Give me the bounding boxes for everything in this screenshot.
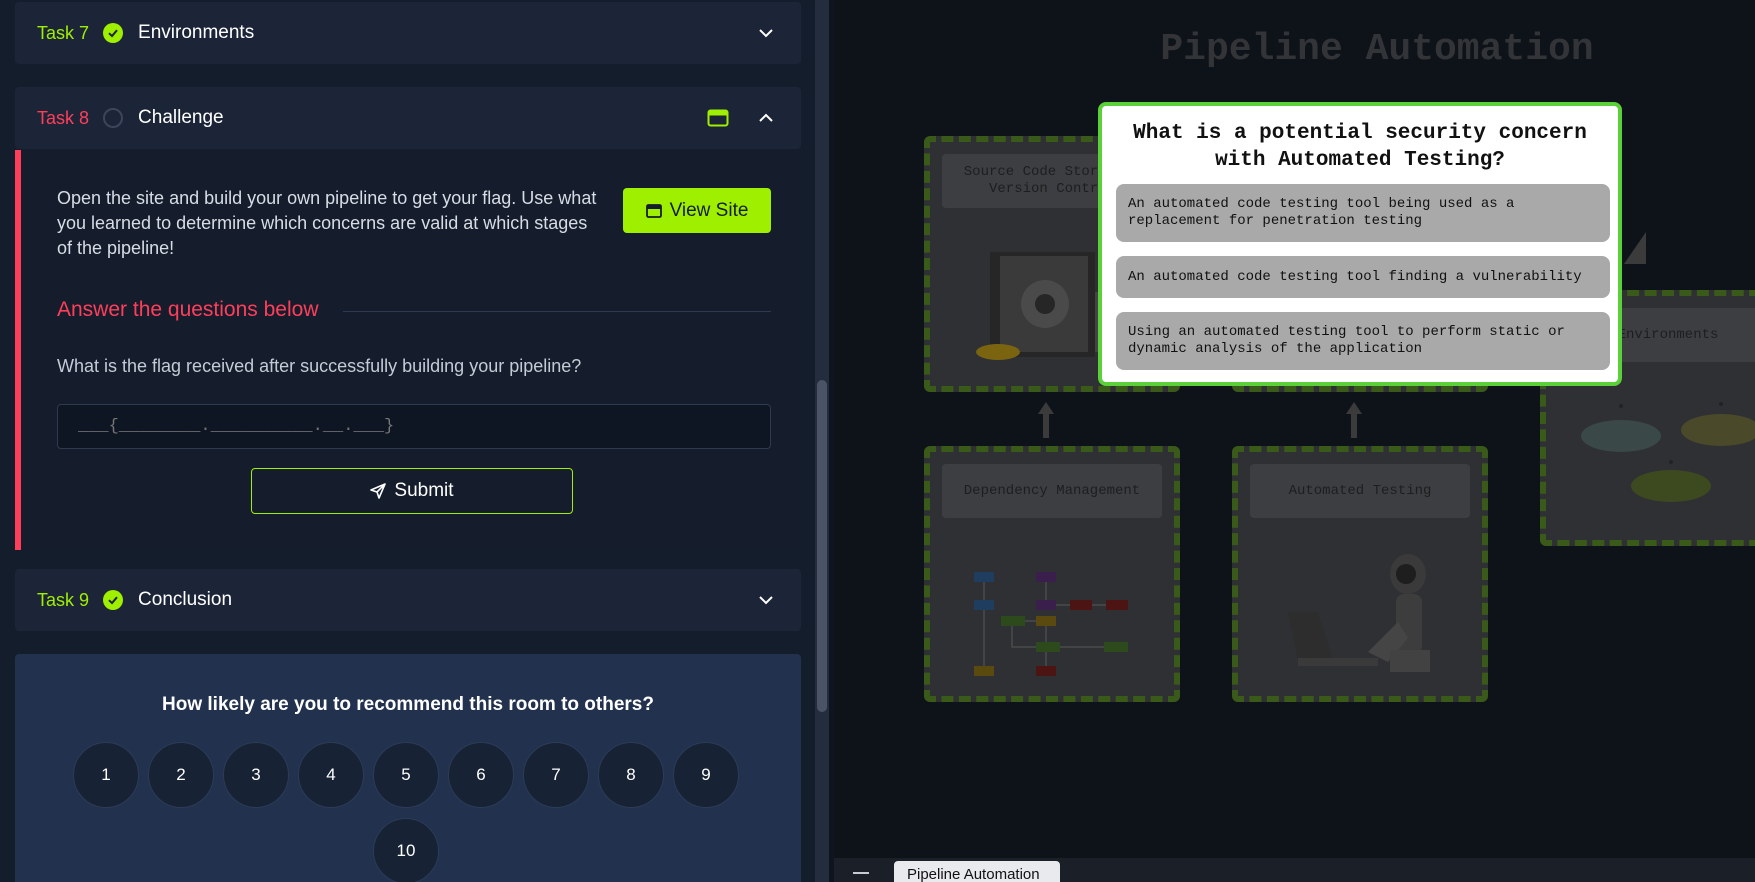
task-9-header[interactable]: Task 9 Conclusion bbox=[15, 569, 801, 631]
flag-question: What is the flag received after successf… bbox=[57, 356, 582, 376]
divider bbox=[343, 311, 771, 312]
browser-window-icon[interactable] bbox=[707, 107, 729, 129]
scrollbar-thumb[interactable] bbox=[817, 380, 827, 712]
task-7-header[interactable]: Task 7 Environments bbox=[15, 2, 801, 64]
task-8-card[interactable]: Task 8 Challenge bbox=[15, 87, 801, 149]
question-modal: What is a potential security concern wit… bbox=[1098, 102, 1622, 386]
rating-option-10[interactable]: 10 bbox=[373, 818, 439, 882]
rating-option-9[interactable]: 9 bbox=[673, 742, 739, 808]
chevron-down-icon[interactable] bbox=[753, 20, 779, 46]
task-8-content: Open the site and build your own pipelin… bbox=[15, 150, 801, 550]
rating-option-3[interactable]: 3 bbox=[223, 742, 289, 808]
stage-label: Dependency Management bbox=[942, 464, 1162, 518]
task-9-card[interactable]: Task 9 Conclusion bbox=[15, 569, 801, 631]
arrow-down-icon bbox=[1624, 232, 1646, 264]
arrow-up-icon bbox=[1346, 402, 1362, 438]
submit-button[interactable]: Submit bbox=[251, 468, 573, 514]
stage-label: Automated Testing bbox=[1250, 464, 1470, 518]
app-root: Task 7 Environments Task 8 Challenge Ope… bbox=[0, 0, 1755, 882]
task-7-title: Environments bbox=[138, 22, 255, 43]
view-site-button[interactable]: View Site bbox=[623, 188, 771, 233]
site-title: Pipeline Automation bbox=[1160, 28, 1594, 71]
task-8-title: Challenge bbox=[138, 107, 224, 128]
incomplete-circle-icon bbox=[103, 108, 124, 128]
browser-window-icon bbox=[645, 203, 662, 218]
task-7-number: Task 7 bbox=[37, 22, 90, 43]
check-circle-icon bbox=[103, 23, 124, 43]
task-9-number: Task 9 bbox=[37, 589, 90, 610]
window-tab[interactable]: Pipeline Automation bbox=[894, 861, 1060, 882]
rating-option-5[interactable]: 5 bbox=[373, 742, 439, 808]
arrow-up-icon bbox=[1038, 402, 1054, 438]
task-8-header[interactable]: Task 8 Challenge bbox=[15, 87, 801, 149]
menu-icon[interactable] bbox=[853, 872, 869, 874]
rating-option-7[interactable]: 7 bbox=[523, 742, 589, 808]
answer-option-3[interactable]: Using an automated testing tool to perfo… bbox=[1116, 312, 1610, 370]
rating-option-2[interactable]: 2 bbox=[148, 742, 214, 808]
environments-illustration bbox=[1581, 402, 1755, 502]
chevron-down-icon[interactable] bbox=[753, 587, 779, 613]
stage-automated-testing[interactable]: Automated Testing bbox=[1232, 446, 1488, 702]
task-8-number: Task 8 bbox=[37, 107, 90, 128]
task-9-title: Conclusion bbox=[138, 589, 233, 610]
task-description: Open the site and build your own pipelin… bbox=[57, 188, 597, 258]
modal-question: What is a potential security concern wit… bbox=[1133, 122, 1587, 172]
paper-plane-icon bbox=[370, 483, 387, 499]
answer-heading: Answer the questions below bbox=[57, 298, 319, 321]
rating-option-8[interactable]: 8 bbox=[598, 742, 664, 808]
chevron-up-icon[interactable] bbox=[753, 105, 779, 131]
view-site-label: View Site bbox=[669, 199, 749, 221]
submit-label: Submit bbox=[394, 480, 454, 501]
answer-option-2[interactable]: An automated code testing tool finding a… bbox=[1116, 256, 1610, 298]
robot-laptop-illustration bbox=[1288, 554, 1430, 672]
task-panel: Task 7 Environments Task 8 Challenge Ope… bbox=[0, 0, 815, 882]
rating-question: How likely are you to recommend this roo… bbox=[162, 694, 654, 715]
check-circle-icon bbox=[103, 590, 124, 610]
rating-option-1[interactable]: 1 bbox=[73, 742, 139, 808]
rating-option-4[interactable]: 4 bbox=[298, 742, 364, 808]
task-7-card[interactable]: Task 7 Environments bbox=[15, 2, 801, 64]
answer-option-1[interactable]: An automated code testing tool being use… bbox=[1116, 184, 1610, 242]
dependency-graph-illustration bbox=[974, 572, 1128, 676]
rating-option-6[interactable]: 6 bbox=[448, 742, 514, 808]
room-rating-card: How likely are you to recommend this roo… bbox=[15, 654, 801, 882]
stage-dependency-management[interactable]: Dependency Management bbox=[924, 446, 1180, 702]
flag-answer-input[interactable] bbox=[57, 404, 771, 449]
